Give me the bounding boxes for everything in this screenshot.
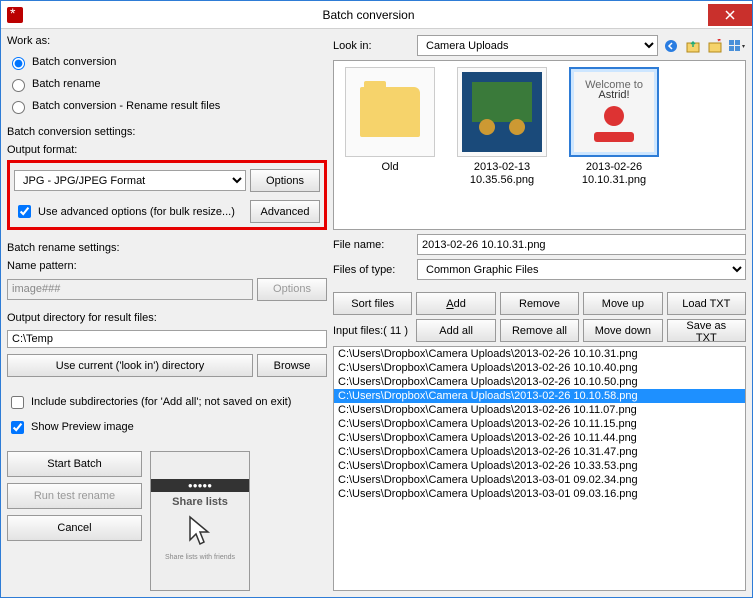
show-preview-checkbox[interactable] <box>11 421 24 434</box>
radio-batch-rename[interactable] <box>12 79 25 92</box>
name-pattern-input <box>7 279 253 300</box>
pointer-icon <box>180 512 220 552</box>
conversion-settings-label: Batch conversion settings: <box>7 126 327 138</box>
svg-text:*: * <box>717 39 722 48</box>
add-all-button[interactable]: Add all <box>416 319 495 342</box>
close-icon <box>725 10 735 20</box>
file-thumb-selected[interactable]: Welcome toAstrid! 2013-02-26 10.10.31.pn… <box>564 67 664 223</box>
file-list-row[interactable]: C:\Users\Dropbox\Camera Uploads\2013-02-… <box>334 375 745 389</box>
use-advanced-label: Use advanced options (for bulk resize...… <box>38 206 246 218</box>
app-icon <box>7 7 23 23</box>
file-list-row[interactable]: C:\Users\Dropbox\Camera Uploads\2013-02-… <box>334 445 745 459</box>
use-current-dir-button[interactable]: Use current ('look in') directory <box>7 354 253 377</box>
radio-batch-conversion-rename[interactable] <box>12 101 25 114</box>
output-format-label: Output format: <box>7 144 327 156</box>
file-name-label: File name: <box>333 239 413 251</box>
move-down-button[interactable]: Move down <box>583 319 662 342</box>
look-in-select[interactable]: Camera Uploads <box>417 35 658 56</box>
file-list-row[interactable]: C:\Users\Dropbox\Camera Uploads\2013-02-… <box>334 417 745 431</box>
close-button[interactable] <box>708 4 752 26</box>
radio-batch-conversion-label: Batch conversion <box>32 56 116 68</box>
file-list-row[interactable]: C:\Users\Dropbox\Camera Uploads\2013-02-… <box>334 361 745 375</box>
advanced-button[interactable]: Advanced <box>250 200 320 223</box>
output-dir-label: Output directory for result files: <box>7 312 327 324</box>
files-of-type-label: Files of type: <box>333 264 413 276</box>
folder-thumb[interactable]: Old <box>340 67 440 223</box>
include-subdirs-checkbox[interactable] <box>11 396 24 409</box>
save-txt-button[interactable]: Save as TXT <box>667 319 746 342</box>
rename-settings-label: Batch rename settings: <box>7 242 327 254</box>
preview-image: ●●●●● Share lists Share lists with frien… <box>150 451 250 591</box>
input-files-list[interactable]: C:\Users\Dropbox\Camera Uploads\2013-02-… <box>333 346 746 591</box>
run-test-rename-button: Run test rename <box>7 483 142 509</box>
file-list-row[interactable]: C:\Users\Dropbox\Camera Uploads\2013-02-… <box>334 347 745 361</box>
sort-files-button[interactable]: Sort files <box>333 292 412 315</box>
browse-button[interactable]: Browse <box>257 354 327 377</box>
file-list-row[interactable]: C:\Users\Dropbox\Camera Uploads\2013-02-… <box>334 431 745 445</box>
start-batch-button[interactable]: Start Batch <box>7 451 142 477</box>
remove-all-button[interactable]: Remove all <box>500 319 579 342</box>
load-txt-button[interactable]: Load TXT <box>667 292 746 315</box>
cancel-button[interactable]: Cancel <box>7 515 142 541</box>
move-up-button[interactable]: Move up <box>583 292 662 315</box>
name-pattern-label: Name pattern: <box>7 260 327 272</box>
file-list-row[interactable]: C:\Users\Dropbox\Camera Uploads\2013-03-… <box>334 487 745 501</box>
file-list-row[interactable]: C:\Users\Dropbox\Camera Uploads\2013-02-… <box>334 403 745 417</box>
file-name-input[interactable] <box>417 234 746 255</box>
svg-text:Astrid!: Astrid! <box>598 89 629 101</box>
file-list-row[interactable]: C:\Users\Dropbox\Camera Uploads\2013-02-… <box>334 459 745 473</box>
highlighted-options-box: JPG - JPG/JPEG Format Options Use advanc… <box>7 160 327 230</box>
file-list-row[interactable]: C:\Users\Dropbox\Camera Uploads\2013-02-… <box>334 389 745 403</box>
new-folder-icon[interactable]: * <box>706 37 724 55</box>
radio-batch-rename-label: Batch rename <box>32 78 100 90</box>
remove-button[interactable]: Remove <box>500 292 579 315</box>
input-files-count: Input files:( 11 ) <box>333 325 412 337</box>
batch-conversion-window: Batch conversion Work as: Batch conversi… <box>0 0 753 598</box>
work-as-label: Work as: <box>7 35 327 47</box>
output-dir-input[interactable] <box>7 330 327 348</box>
format-options-button[interactable]: Options <box>250 169 320 192</box>
show-preview-label: Show Preview image <box>31 421 134 433</box>
file-thumb[interactable]: 2013-02-13 10.35.56.png <box>452 67 552 223</box>
up-folder-icon[interactable] <box>684 37 702 55</box>
file-list-row[interactable]: C:\Users\Dropbox\Camera Uploads\2013-03-… <box>334 473 745 487</box>
file-browser[interactable]: Old 2013-02-13 10.35.56.png Welcome toAs… <box>333 60 746 230</box>
titlebar: Batch conversion <box>1 1 752 29</box>
look-in-label: Look in: <box>333 40 413 52</box>
use-advanced-checkbox[interactable] <box>18 205 31 218</box>
back-icon[interactable] <box>662 37 680 55</box>
output-format-select[interactable]: JPG - JPG/JPEG Format <box>14 170 246 191</box>
window-title: Batch conversion <box>29 8 708 22</box>
include-subdirs-label: Include subdirectories (for 'Add all'; n… <box>31 396 291 408</box>
radio-batch-conversion[interactable] <box>12 57 25 70</box>
add-button[interactable]: Add <box>416 292 495 315</box>
radio-batch-conversion-rename-label: Batch conversion - Rename result files <box>32 100 220 112</box>
rename-options-button: Options <box>257 278 327 301</box>
files-of-type-select[interactable]: Common Graphic Files <box>417 259 746 280</box>
view-menu-icon[interactable] <box>728 37 746 55</box>
